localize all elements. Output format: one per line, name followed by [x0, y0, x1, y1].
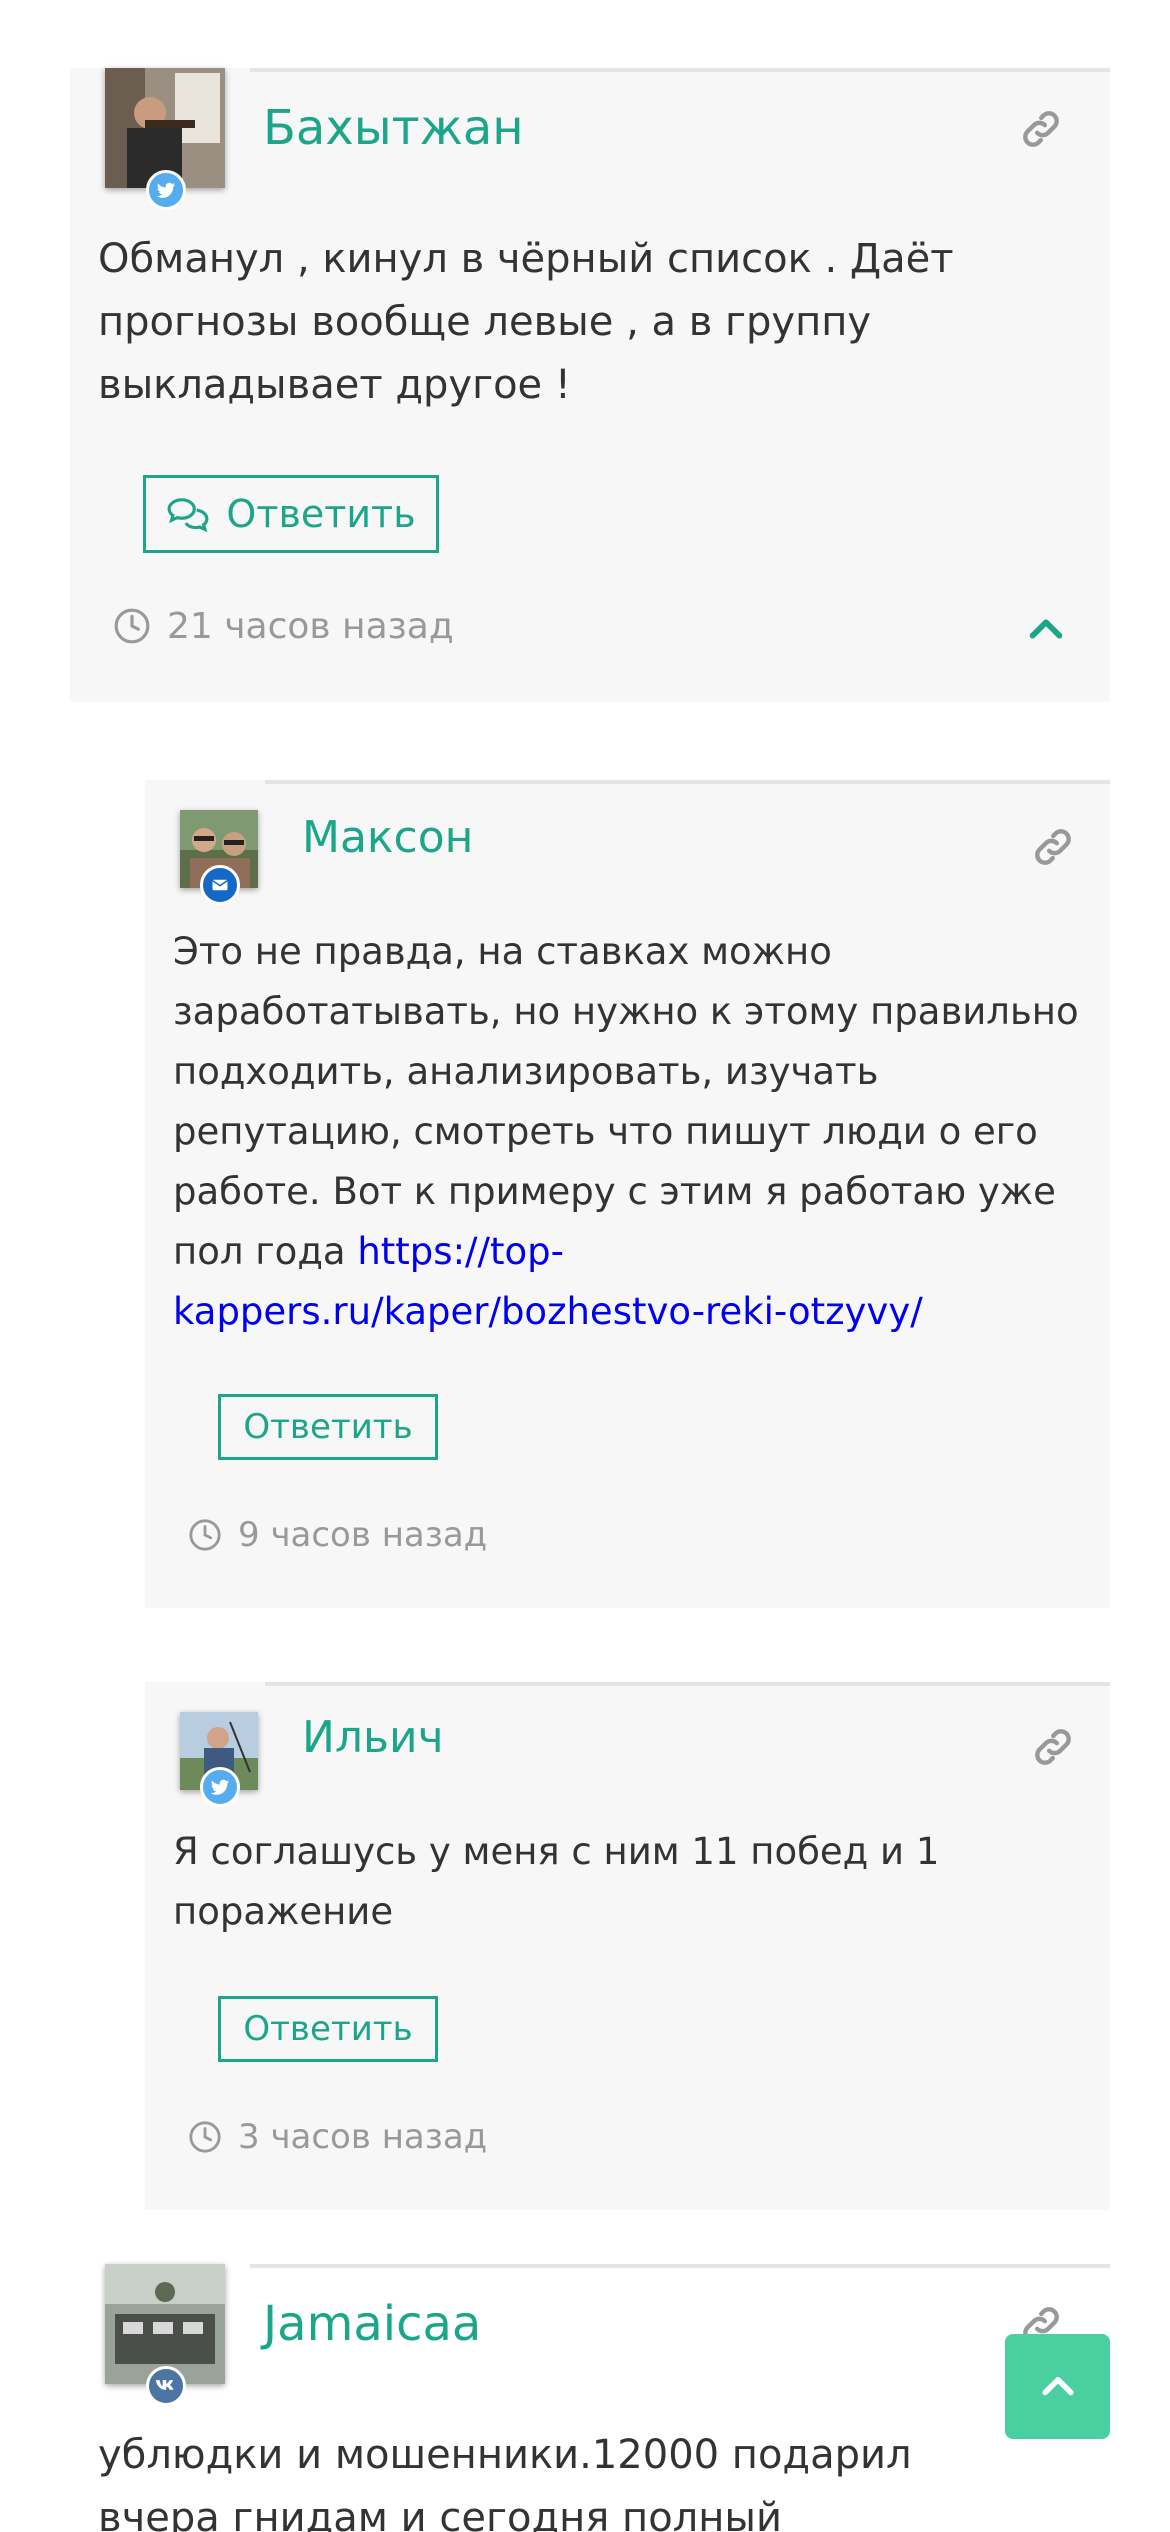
time-label: 21 часов назад	[167, 605, 454, 647]
link-icon[interactable]	[1030, 1724, 1076, 1770]
reply-button[interactable]: Ответить	[218, 1394, 438, 1460]
comment-text: Обманул , кинул в чёрный список . Даёт п…	[98, 236, 954, 408]
reply-button[interactable]: Ответить	[218, 1996, 438, 2062]
mail-icon	[200, 865, 240, 905]
time-label: 3 часов назад	[238, 2117, 488, 2157]
comment-author[interactable]: Jamaicaa	[263, 2294, 481, 2354]
vk-icon	[146, 2366, 186, 2406]
comment-text-body: Это не правда, на ставках можно заработа…	[173, 930, 1079, 1273]
comments-icon	[167, 498, 209, 533]
time-label: 9 часов назад	[238, 1515, 488, 1555]
link-icon[interactable]	[1030, 824, 1076, 870]
comment-card: Ильич Я соглашусь у меня с ним 11 побед …	[145, 1682, 1110, 2210]
comment-card: Бахытжан Обманул , кинул в чёрный список…	[70, 68, 1110, 702]
clock-icon	[189, 1519, 221, 1551]
scroll-to-top-button[interactable]	[1005, 2334, 1110, 2439]
reply-label: Ответить	[243, 1407, 413, 1447]
comment-text: Это не правда, на ставках можно заработа…	[173, 922, 1083, 1342]
reply-label: Ответить	[243, 2009, 413, 2049]
comment-time: 9 часов назад	[188, 1514, 487, 1556]
reply-button[interactable]: Ответить	[143, 475, 439, 553]
comment-divider	[250, 2264, 1110, 2268]
avatar	[105, 68, 225, 210]
comment-text: ублюдки и мошенники.12000 подарил вчера …	[98, 2432, 912, 2532]
avatar	[180, 810, 258, 905]
comment-divider	[250, 68, 1110, 72]
reply-label: Ответить	[226, 492, 416, 536]
chevron-up-icon[interactable]	[1023, 605, 1069, 651]
comment-text: Я соглашусь у меня с ним 11 побед и 1 по…	[173, 1830, 940, 1933]
arrow-up-icon	[1041, 2376, 1074, 2395]
twitter-icon	[146, 170, 186, 210]
comment-divider	[265, 780, 1110, 784]
twitter-icon	[200, 1767, 240, 1807]
comment-time: 3 часов назад	[188, 2116, 487, 2158]
link-icon[interactable]	[1018, 106, 1064, 152]
comment-card: Jamaicaa ублюдки и мошенники.12000 подар…	[70, 2264, 1110, 2532]
comment-divider	[265, 1682, 1110, 1686]
comment-card: Максон Это не правда, на ставках можно з…	[145, 780, 1110, 1608]
avatar	[105, 2264, 225, 2406]
clock-icon	[189, 2121, 221, 2153]
clock-icon	[114, 608, 150, 644]
comment-author[interactable]: Максон	[302, 810, 473, 866]
comment-author[interactable]: Ильич	[302, 1710, 444, 1766]
comment-author[interactable]: Бахытжан	[263, 98, 524, 158]
comment-time: 21 часов назад	[113, 603, 454, 649]
avatar	[180, 1712, 258, 1807]
